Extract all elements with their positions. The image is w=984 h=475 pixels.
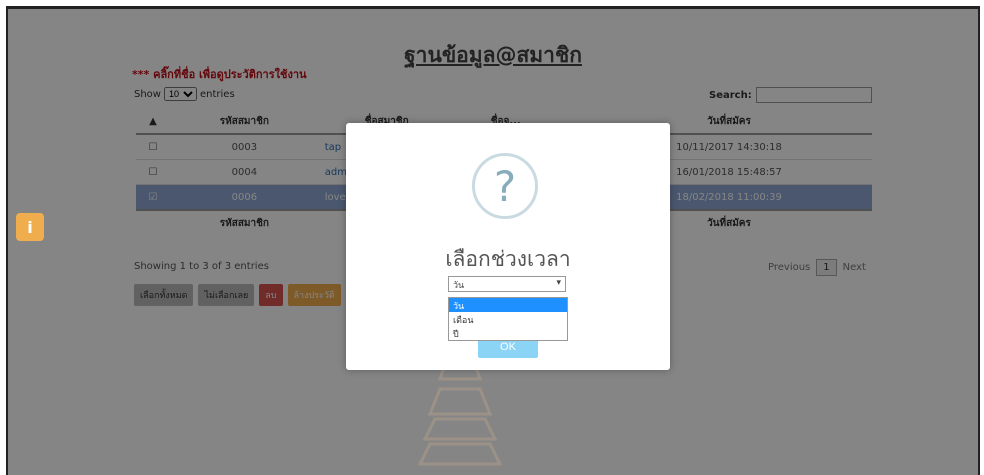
time-range-select[interactable]: วัน ▾: [448, 276, 566, 292]
question-icon: ?: [472, 153, 538, 219]
option-day[interactable]: วัน: [449, 298, 567, 312]
selected-value: วัน: [453, 281, 465, 291]
chevron-down-icon: ▾: [556, 278, 561, 288]
app-frame: ฐานข้อมูล@สมาชิก *** คลิ๊กที่ชื่อ เพื่อด…: [6, 6, 980, 475]
time-range-dialog: ? เลือกช่วงเวลา วัน ▾ OK วัน เดือน ปี: [346, 123, 670, 370]
dialog-title: เลือกช่วงเวลา: [445, 247, 571, 271]
time-range-options: วัน เดือน ปี: [448, 297, 568, 341]
option-year[interactable]: ปี: [449, 326, 567, 340]
option-month[interactable]: เดือน: [449, 312, 567, 326]
info-icon[interactable]: i: [16, 213, 44, 241]
